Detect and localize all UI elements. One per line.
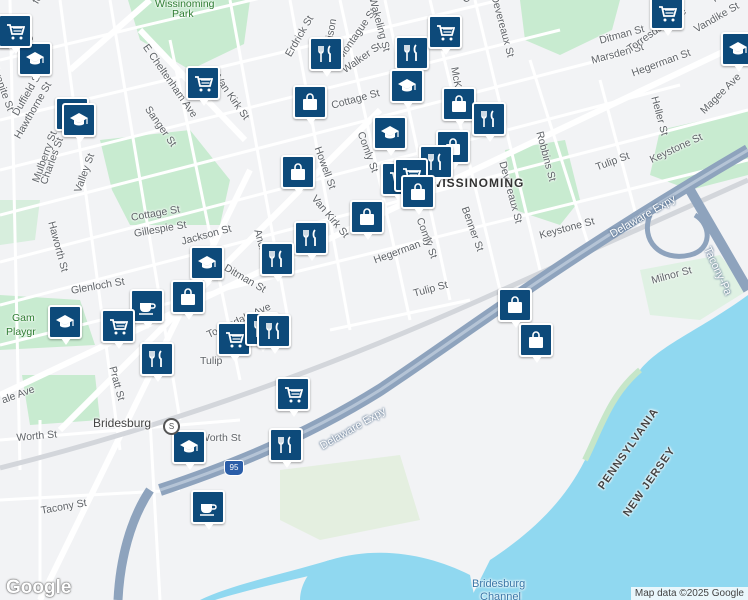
restaurant-pin[interactable] — [140, 342, 174, 382]
coffee-icon — [200, 504, 217, 516]
restaurant-pin[interactable] — [309, 37, 343, 77]
train-station-icon[interactable]: S — [163, 418, 180, 435]
store-pin[interactable] — [650, 0, 684, 36]
bag-icon — [291, 163, 305, 180]
food-icon — [303, 229, 316, 246]
food-icon — [149, 350, 162, 367]
street-label: Bridesburg — [93, 416, 152, 430]
store-pin[interactable] — [428, 15, 462, 55]
store-icon — [659, 6, 677, 22]
interstate-shield-icon: 95 — [224, 460, 244, 476]
store-icon — [285, 387, 303, 403]
cafe-pin[interactable] — [130, 289, 164, 329]
food-icon — [278, 436, 291, 453]
street-label: Channel — [480, 591, 521, 600]
shop-pin[interactable] — [401, 175, 435, 215]
store-icon — [7, 24, 25, 40]
school-icon — [56, 315, 74, 328]
street-label: Gam — [12, 312, 35, 324]
bag-icon — [411, 183, 425, 200]
google-logo: Google — [6, 577, 72, 598]
bag-icon — [452, 95, 466, 112]
street-label: Playgr — [6, 326, 36, 338]
store-pin[interactable] — [0, 14, 32, 54]
school-pin[interactable] — [390, 69, 424, 109]
food-icon — [481, 110, 494, 127]
bag-icon — [181, 288, 195, 305]
school-icon — [729, 42, 747, 55]
food-icon — [428, 153, 441, 170]
shop-pin[interactable] — [293, 85, 327, 125]
school-icon — [198, 256, 216, 269]
street-label: Worth St — [200, 432, 241, 444]
store-icon — [110, 319, 128, 335]
store-pin[interactable] — [101, 309, 135, 349]
restaurant-pin[interactable] — [269, 428, 303, 468]
school-pin[interactable] — [373, 116, 407, 156]
store-icon — [437, 25, 455, 41]
shop-pin[interactable] — [498, 288, 532, 328]
food-icon — [404, 44, 417, 61]
restaurant-pin[interactable] — [395, 36, 429, 76]
school-icon — [70, 113, 88, 126]
restaurant-pin[interactable] — [472, 102, 506, 142]
school-icon — [180, 440, 198, 453]
school-icon — [26, 52, 44, 65]
store-pin[interactable] — [186, 66, 220, 106]
school-pin[interactable] — [62, 103, 96, 143]
bag-icon — [303, 93, 317, 110]
coffee-icon — [139, 303, 156, 315]
restaurant-pin[interactable] — [294, 221, 328, 261]
school-icon — [398, 79, 416, 92]
shop-pin[interactable] — [519, 323, 553, 363]
street-label: Tulip — [200, 355, 223, 367]
shop-pin[interactable] — [442, 87, 476, 127]
shop-pin[interactable] — [171, 280, 205, 320]
store-pin[interactable] — [276, 377, 310, 417]
school-pin[interactable] — [190, 246, 224, 286]
street-label: Park — [172, 8, 194, 20]
map-attribution[interactable]: Map data ©2025 Google — [630, 587, 748, 600]
school-pin[interactable] — [721, 32, 748, 72]
school-pin[interactable] — [172, 430, 206, 470]
store-icon — [226, 332, 244, 348]
food-icon — [266, 322, 279, 339]
food-icon — [269, 250, 282, 267]
school-icon — [381, 126, 399, 139]
bag-icon — [529, 331, 543, 348]
map-canvas[interactable]: WissinomingParkOrbisonErdrick StMontague… — [0, 0, 748, 600]
food-icon — [318, 45, 331, 62]
store-icon — [195, 76, 213, 92]
cafe-pin[interactable] — [191, 490, 225, 530]
bag-icon — [360, 208, 374, 225]
shop-pin[interactable] — [281, 155, 315, 195]
restaurant-pin[interactable] — [260, 242, 294, 282]
bag-icon — [508, 296, 522, 313]
school-pin[interactable] — [48, 305, 82, 345]
shop-pin[interactable] — [350, 200, 384, 240]
restaurant-pin[interactable] — [257, 314, 291, 354]
street-label: Bridesburg — [472, 578, 526, 590]
